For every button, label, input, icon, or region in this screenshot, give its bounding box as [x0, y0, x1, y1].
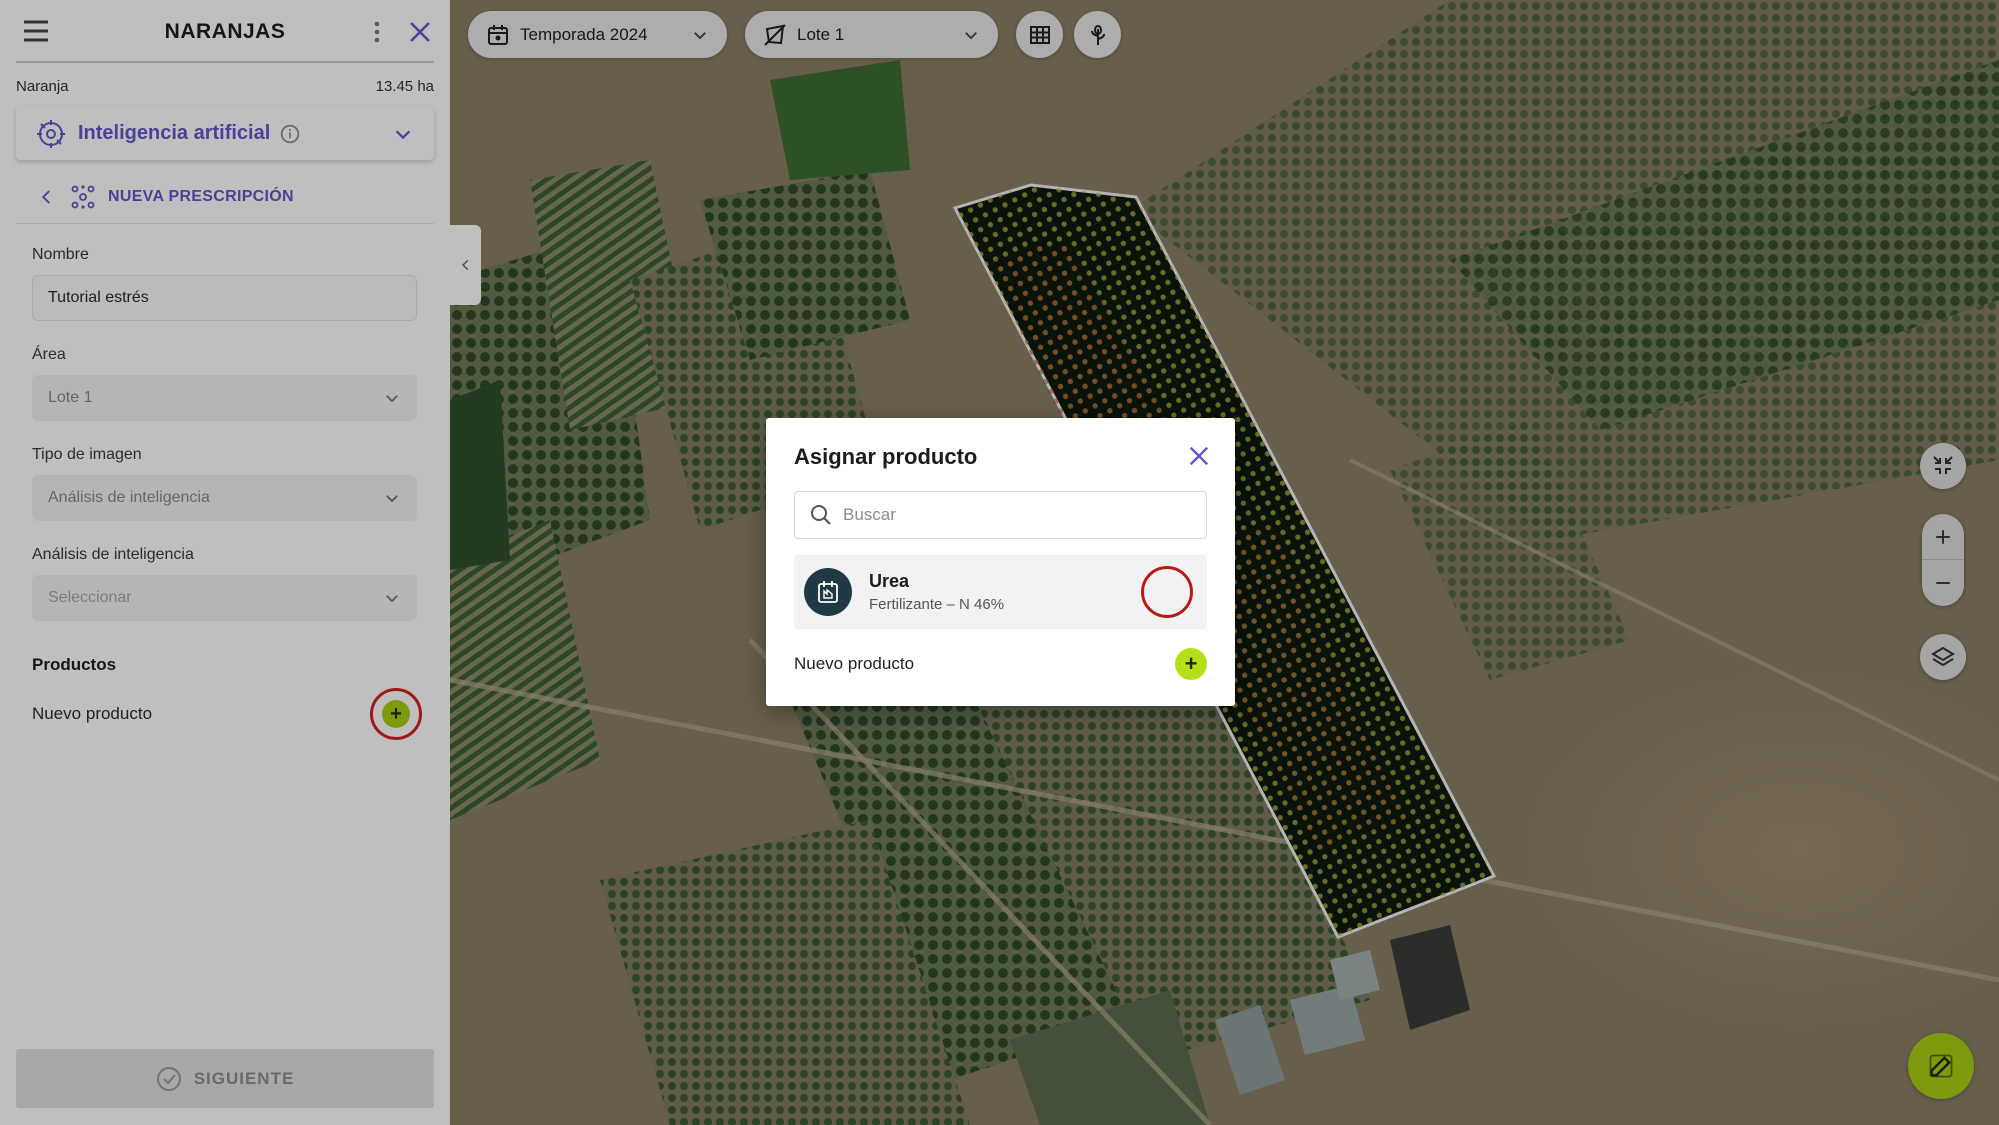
- modal-add-product-button[interactable]: +: [1175, 648, 1207, 680]
- product-select-radio[interactable]: [1141, 566, 1193, 618]
- modal-close-button[interactable]: [1185, 442, 1213, 470]
- product-name: Urea: [869, 571, 910, 591]
- product-text: Urea Fertilizante – N 46%: [869, 571, 1141, 613]
- assign-product-modal: Asignar producto Urea Fertilizante – N 4…: [766, 418, 1235, 706]
- fertilizer-icon: [818, 581, 838, 603]
- search-input[interactable]: [843, 505, 1183, 525]
- product-avatar: [804, 568, 852, 616]
- modal-title: Asignar producto: [794, 444, 978, 469]
- modal-new-product-label: Nuevo producto: [794, 654, 915, 673]
- product-list-item[interactable]: Urea Fertilizante – N 46%: [794, 555, 1207, 629]
- modal-new-product-row: Nuevo producto +: [794, 646, 1207, 682]
- close-icon: [1189, 446, 1209, 466]
- search-field[interactable]: [794, 491, 1207, 539]
- search-icon: [811, 505, 831, 525]
- product-description: Fertilizante – N 46%: [869, 596, 1005, 613]
